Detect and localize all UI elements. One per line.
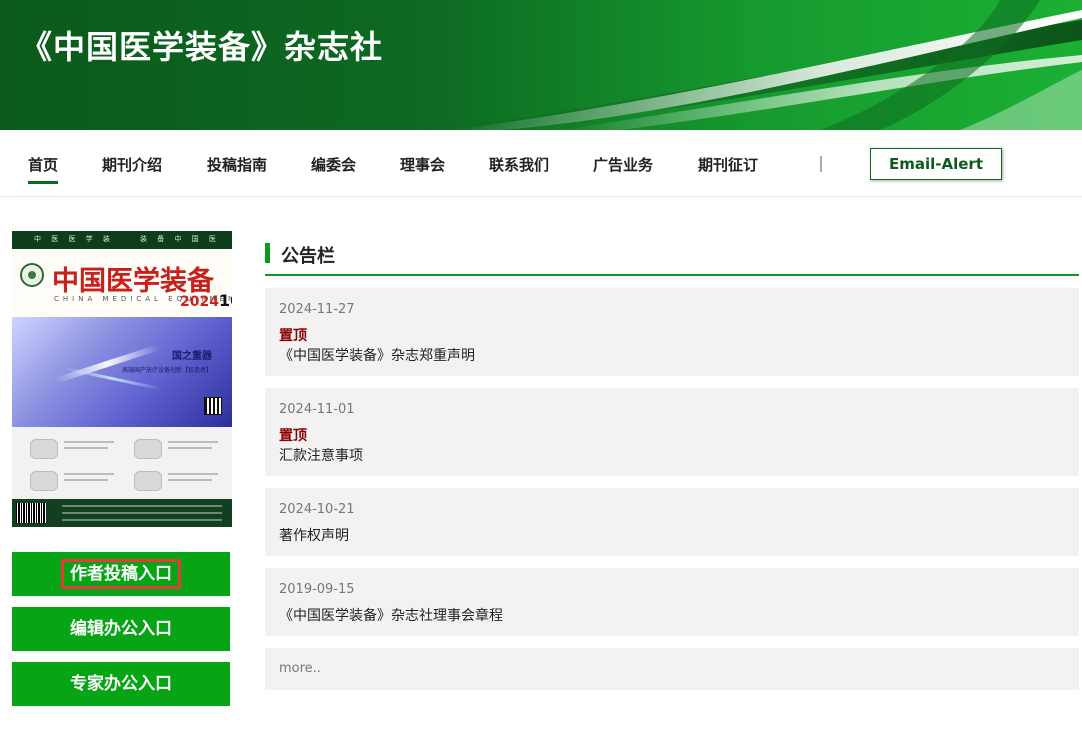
notice-date: 2024-10-21 [279,502,355,517]
nav-item-contact-us[interactable]: 联系我们 [489,154,549,175]
product-text-line [168,473,218,475]
cover-issue-number: 10 [218,291,232,310]
notice-item: 2024-11-01 置顶 汇款注意事项 [265,388,1079,476]
main-nav: 首页 期刊介绍 投稿指南 编委会 理事会 联系我们 广告业务 期刊征订 Emai… [0,130,1082,197]
notice-date: 2019-09-15 [279,582,355,597]
pinned-badge: 置顶 [279,428,307,444]
product-text-line [64,441,114,443]
product-text-line [168,447,212,449]
notice-more-row: more.. [265,648,1079,690]
device-icon [134,471,162,491]
nav-item-subscription[interactable]: 期刊征订 [698,154,758,175]
notice-date: 2024-11-01 [279,402,355,417]
notice-board-heading: 公告栏 [265,240,1079,276]
notice-title-link[interactable]: 《中国医学装备》杂志社理事会章程 [279,605,503,625]
notice-title-link[interactable]: 著作权声明 [279,525,349,545]
pinned-badge: 置顶 [279,328,307,344]
notice-date: 2024-11-27 [279,302,355,317]
nav-item-journal-intro[interactable]: 期刊介绍 [102,154,162,175]
header-banner: 《中国医学装备》杂志社 [0,0,1082,130]
cover-issue: 202410 [180,291,232,310]
notice-title-link[interactable]: 《中国医学装备》杂志郑重声明 [279,345,475,365]
author-submission-label: 作者投稿入口 [61,559,181,589]
cover-ad-subtitle: 高端国产放疗设备创新【智造者】 [122,367,213,374]
journal-cover-image[interactable]: 中 医 医 学 装 装 备 中 国 医 中国医学装备 CHINA MEDICAL… [12,231,232,527]
cover-ad-panel: 国之重器 高端国产放疗设备创新【智造者】 [12,317,232,427]
expert-office-button[interactable]: 专家办公入口 [12,662,230,706]
product-text-line [168,441,218,443]
product-text-line [168,479,212,481]
notice-item: 2019-09-15 《中国医学装备》杂志社理事会章程 [265,568,1079,636]
nav-item-submission-guide[interactable]: 投稿指南 [207,154,267,175]
association-seal-icon [20,263,44,287]
author-submission-button[interactable]: 作者投稿入口 [12,552,230,596]
footer-text-line [62,512,222,514]
footer-text-line [62,505,222,507]
notice-item: 2024-11-27 置顶 《中国医学装备》杂志郑重声明 [265,288,1079,376]
more-link[interactable]: more.. [279,661,321,676]
nav-divider [820,156,822,172]
cover-footer [12,499,232,527]
email-alert-button[interactable]: Email-Alert [870,148,1002,180]
cover-product-grid [12,427,232,499]
cover-top-strip: 中 医 医 学 装 装 备 中 国 医 [12,231,232,249]
device-icon [30,471,58,491]
device-icon [30,439,58,459]
footer-text-line [62,519,222,521]
cover-year: 2024 [180,294,219,310]
product-text-line [64,447,108,449]
nav-item-home[interactable]: 首页 [28,154,59,184]
editor-office-button[interactable]: 编辑办公入口 [12,607,230,651]
cover-strip-right: 装 备 中 国 医 [140,235,220,243]
nav-item-advertising[interactable]: 广告业务 [593,154,653,175]
qr-code-icon [204,397,222,415]
notice-title-link[interactable]: 汇款注意事项 [279,445,363,465]
cover-strip-left: 中 医 医 学 装 [34,235,114,243]
site-title: 《中国医学装备》杂志社 [20,28,384,66]
nav-item-editorial-board[interactable]: 编委会 [311,154,356,175]
cover-ad-title: 国之重器 [172,351,212,362]
notice-item: 2024-10-21 著作权声明 [265,488,1079,556]
product-text-line [64,473,114,475]
product-text-line [64,479,108,481]
barcode-icon [16,503,46,523]
cover-masthead: 中国医学装备 CHINA MEDICAL EQUIPMENT 202410 [12,249,232,317]
device-icon [134,439,162,459]
nav-item-council[interactable]: 理事会 [400,154,445,175]
notice-board-title: 公告栏 [281,246,335,267]
